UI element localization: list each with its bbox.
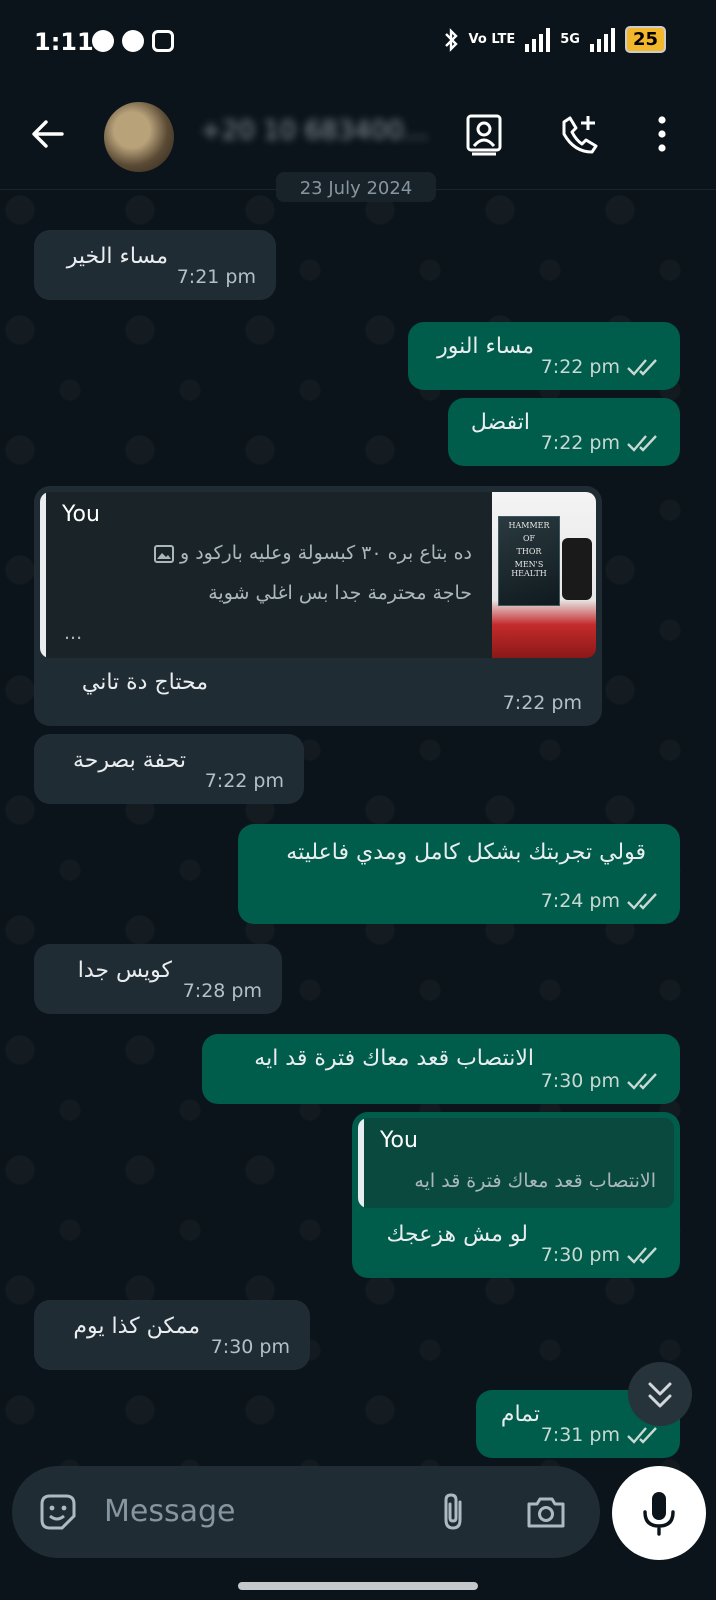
signal-strength-icon bbox=[525, 27, 551, 52]
outgoing-reply-message[interactable]: You الانتصاب قعد معاك فترة قد ايه لو مش … bbox=[352, 1112, 680, 1278]
message-meta: 7:30 pm bbox=[541, 1070, 660, 1092]
messenger-icon bbox=[122, 30, 144, 52]
voice-message-button[interactable] bbox=[612, 1466, 706, 1560]
read-ticks-icon bbox=[627, 1427, 657, 1444]
message-meta: 7:22 pm bbox=[541, 432, 660, 454]
incoming-message[interactable]: مساء الخير 7:21 pm bbox=[34, 230, 276, 300]
read-ticks-icon bbox=[627, 359, 657, 376]
quote-author: You bbox=[380, 1128, 418, 1153]
read-ticks-icon bbox=[627, 1247, 657, 1264]
quote-accent-bar bbox=[40, 492, 46, 658]
status-indicators: Vo LTE 5G 25 bbox=[443, 26, 666, 53]
message-text: تحفة بصرحة bbox=[73, 748, 186, 773]
network-type: Vo LTE bbox=[468, 32, 516, 47]
app-notification-icon bbox=[152, 30, 174, 52]
message-time: 7:21 pm bbox=[176, 266, 256, 288]
message-text: قولي تجربتك بشكل كامل ومدي فاعليته bbox=[286, 840, 646, 865]
message-composer: Message bbox=[12, 1466, 600, 1558]
quoted-message[interactable]: You ده بتاع بره ٣٠ كبسولة وعليه باركود و… bbox=[40, 492, 596, 658]
message-text: مساء النور bbox=[437, 334, 534, 359]
image-icon bbox=[153, 544, 174, 563]
quote-accent-bar bbox=[358, 1118, 364, 1208]
messenger-icon bbox=[92, 30, 114, 52]
product-image-thumbnail[interactable]: HAMMER OF THOR MEN'S HEALTH bbox=[492, 492, 596, 658]
status-bar: 1:11 Vo LTE 5G 25 bbox=[0, 0, 716, 84]
product-jar bbox=[562, 538, 592, 600]
message-text: محتاج دة تاني bbox=[81, 670, 208, 695]
quote-author: You bbox=[62, 502, 100, 527]
message-meta: 7:22 pm bbox=[541, 356, 660, 378]
quoted-message[interactable]: You الانتصاب قعد معاك فترة قد ايه bbox=[358, 1118, 674, 1208]
incoming-message[interactable]: كويس جدا 7:28 pm bbox=[34, 944, 282, 1014]
read-ticks-icon bbox=[627, 1073, 657, 1090]
message-text: ممكن كذا يوم bbox=[73, 1314, 200, 1339]
incoming-message[interactable]: ممكن كذا يوم 7:30 pm bbox=[34, 1300, 310, 1370]
battery-indicator: 25 bbox=[624, 26, 666, 53]
quote-ellipsis: ... bbox=[64, 622, 83, 644]
contact-card-icon[interactable] bbox=[462, 112, 506, 156]
date-chip: 23 July 2024 bbox=[276, 172, 436, 202]
microphone-icon bbox=[643, 1492, 675, 1536]
outgoing-message[interactable]: قولي تجربتك بشكل كامل ومدي فاعليته 7:24 … bbox=[238, 824, 680, 924]
quote-text: حاجة محترمة جدا بس اغلي شوية bbox=[208, 582, 472, 604]
message-time: 7:22 pm bbox=[204, 770, 284, 792]
paperclip-icon[interactable] bbox=[432, 1490, 476, 1534]
outgoing-message[interactable]: الانتصاب قعد معاك فترة قد ايه 7:30 pm bbox=[202, 1034, 680, 1104]
product-box: HAMMER OF THOR MEN'S HEALTH bbox=[498, 516, 560, 606]
incoming-reply-message[interactable]: You ده بتاع بره ٣٠ كبسولة وعليه باركود و… bbox=[34, 486, 602, 726]
sticker-emoji-icon[interactable] bbox=[36, 1490, 80, 1534]
bluetooth-icon bbox=[444, 27, 458, 52]
read-ticks-icon bbox=[627, 893, 657, 910]
message-time: 7:28 pm bbox=[182, 980, 262, 1002]
incoming-message[interactable]: تحفة بصرحة 7:22 pm bbox=[34, 734, 304, 804]
message-text: تمام bbox=[500, 1402, 540, 1427]
contact-name[interactable]: +20 10 683400... bbox=[200, 116, 429, 146]
read-ticks-icon bbox=[627, 435, 657, 452]
message-time: 7:22 pm bbox=[502, 692, 582, 714]
status-time: 1:11 bbox=[34, 28, 94, 56]
message-meta: 7:24 pm bbox=[541, 890, 660, 912]
notification-icons bbox=[92, 30, 174, 52]
home-indicator[interactable] bbox=[238, 1582, 478, 1590]
quote-text: ده بتاع بره ٣٠ كبسولة وعليه باركود و bbox=[153, 542, 472, 564]
message-input[interactable]: Message bbox=[104, 1494, 235, 1529]
message-text: كويس جدا bbox=[77, 958, 172, 983]
avatar[interactable] bbox=[104, 102, 174, 172]
message-text: مساء الخير bbox=[66, 244, 168, 269]
double-chevron-down-icon bbox=[648, 1382, 672, 1408]
outgoing-message[interactable]: مساء النور 7:22 pm bbox=[408, 322, 680, 390]
outgoing-message[interactable]: اتفضل 7:22 pm bbox=[448, 398, 680, 466]
message-time: 7:30 pm bbox=[210, 1336, 290, 1358]
signal-strength-icon bbox=[589, 27, 615, 52]
scroll-to-bottom-button[interactable] bbox=[628, 1362, 692, 1426]
quote-text: الانتصاب قعد معاك فترة قد ايه bbox=[414, 1170, 656, 1192]
arrow-left-icon[interactable] bbox=[28, 114, 68, 154]
network-5g-label: 5G bbox=[560, 32, 580, 47]
message-text: لو مش هزعجك bbox=[386, 1222, 529, 1247]
add-call-icon[interactable] bbox=[556, 112, 600, 156]
more-vert-icon[interactable] bbox=[640, 112, 684, 156]
message-text: اتفضل bbox=[470, 410, 530, 435]
message-text: الانتصاب قعد معاك فترة قد ايه bbox=[254, 1046, 534, 1071]
camera-icon[interactable] bbox=[524, 1490, 568, 1534]
message-meta: 7:31 pm bbox=[541, 1424, 660, 1446]
message-meta: 7:30 pm bbox=[541, 1244, 660, 1266]
